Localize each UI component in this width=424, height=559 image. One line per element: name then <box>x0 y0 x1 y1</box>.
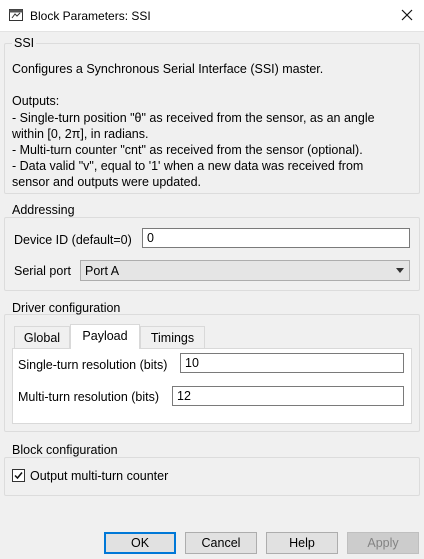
window-title: Block Parameters: SSI <box>30 9 151 23</box>
tab-global[interactable]: Global <box>14 326 70 349</box>
multi-turn-resolution-input[interactable]: 12 <box>172 386 404 406</box>
output-multiturn-checkbox[interactable] <box>12 469 25 482</box>
output-multiturn-label: Output multi-turn counter <box>30 469 169 483</box>
ssi-group-title: SSI <box>12 36 37 50</box>
addressing-group-title: Addressing <box>12 203 75 217</box>
chevron-down-icon <box>396 268 404 273</box>
simulink-block-icon <box>9 9 23 21</box>
device-id-label: Device ID (default=0) <box>14 233 132 247</box>
tab-timings[interactable]: Timings <box>140 326 205 349</box>
tab-global-label: Global <box>23 331 61 345</box>
close-icon <box>401 9 413 21</box>
tab-payload[interactable]: Payload <box>70 324 140 349</box>
apply-button[interactable]: Apply <box>347 532 419 554</box>
device-id-input[interactable]: 0 <box>142 228 410 248</box>
close-button[interactable] <box>395 4 419 26</box>
multi-turn-resolution-label: Multi-turn resolution (bits) <box>18 390 160 404</box>
tab-timings-label: Timings <box>150 331 195 345</box>
block-description: Configures a Synchronous Serial Interfac… <box>12 62 375 190</box>
checkmark-icon <box>14 472 23 480</box>
single-turn-resolution-input[interactable]: 10 <box>180 353 404 373</box>
help-button[interactable]: Help <box>266 532 338 554</box>
title-bar: Block Parameters: SSI <box>0 0 424 32</box>
driver-group-title: Driver configuration <box>12 301 121 315</box>
serial-port-select[interactable]: Port A <box>80 260 410 281</box>
single-turn-resolution-label: Single-turn resolution (bits) <box>18 358 168 372</box>
cancel-button[interactable]: Cancel <box>185 532 257 554</box>
serial-port-value: Port A <box>85 264 120 278</box>
tab-payload-label: Payload <box>82 329 128 343</box>
block-config-group-title: Block configuration <box>12 443 118 457</box>
ok-button[interactable]: OK <box>104 532 176 554</box>
serial-port-label: Serial port <box>14 264 71 278</box>
